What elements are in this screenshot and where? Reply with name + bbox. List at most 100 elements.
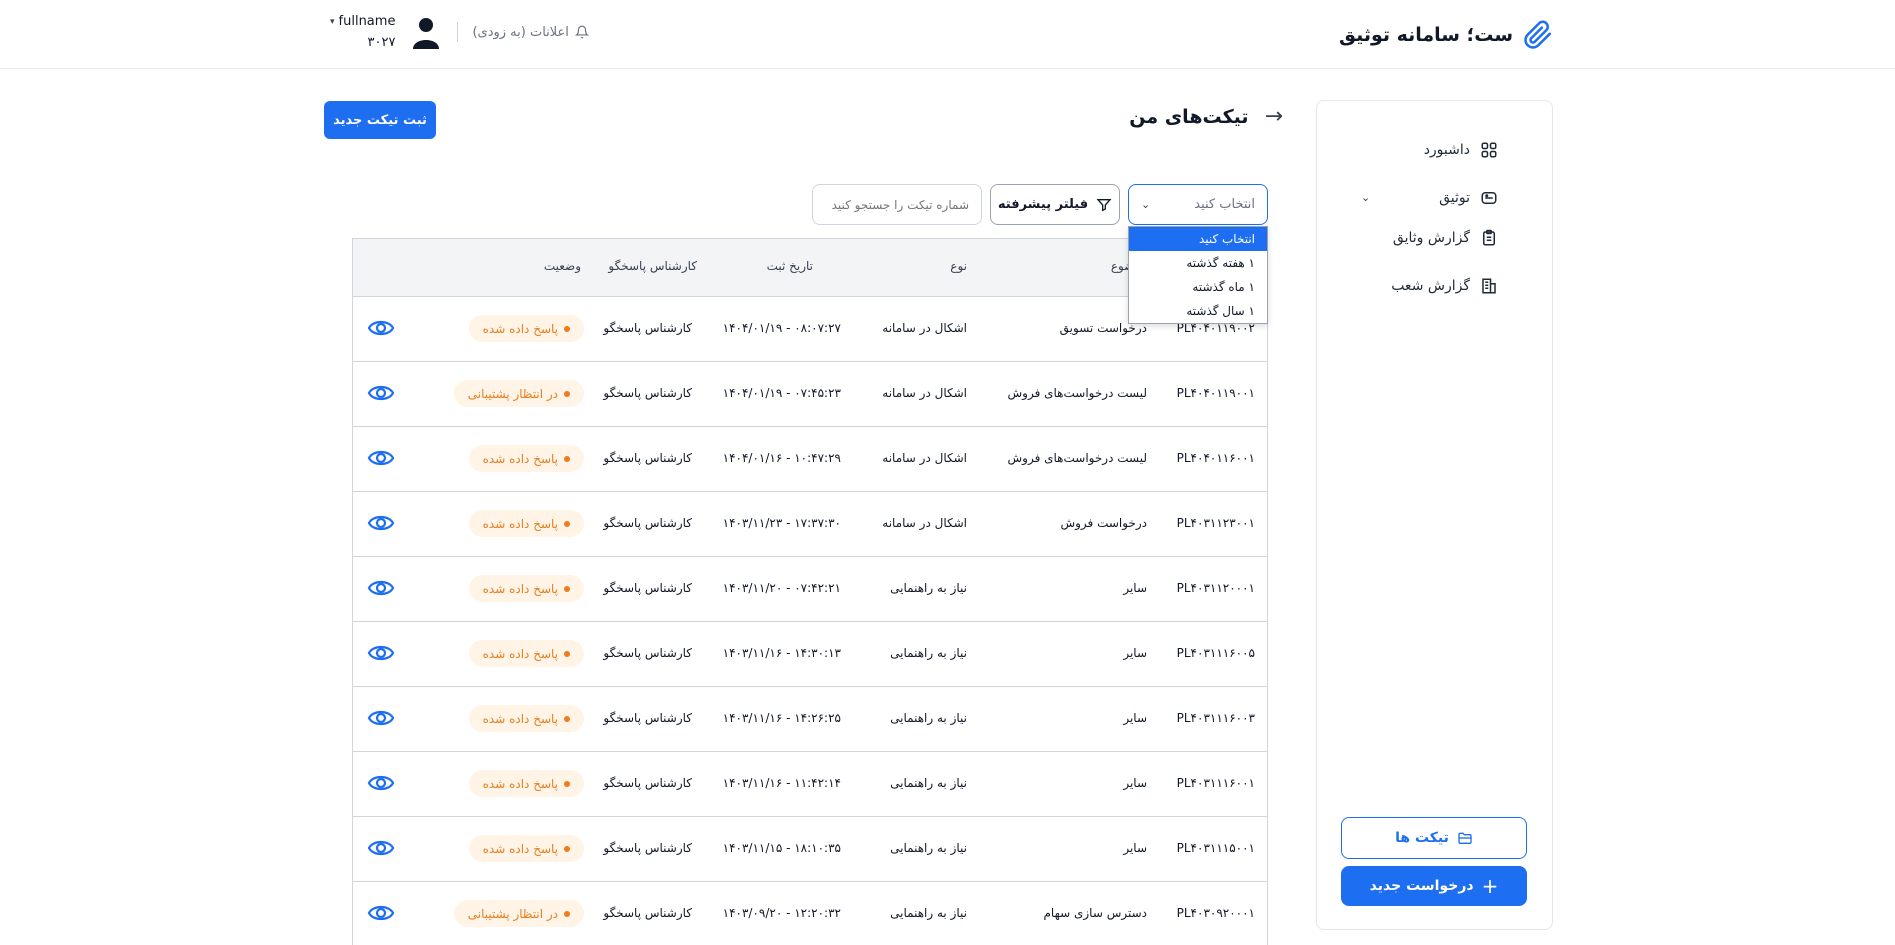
ticket-type: نیاز به راهنمایی xyxy=(890,906,967,920)
status-dot xyxy=(564,520,570,527)
advanced-filter-button[interactable]: فیلتر پیشرفته xyxy=(990,184,1120,225)
view-ticket-button[interactable] xyxy=(367,577,395,602)
view-ticket-button[interactable] xyxy=(367,772,395,797)
eye-icon xyxy=(367,580,395,596)
status-badge: پاسخ داده شده xyxy=(468,315,584,342)
dropdown-option[interactable]: انتخاب کنید xyxy=(1129,227,1267,251)
user-name: fullname xyxy=(338,14,396,29)
sidebar-item-label: گزارش شعب xyxy=(1391,278,1470,294)
dropdown-option[interactable]: ۱ ماه گذشته xyxy=(1129,275,1267,299)
user-id: ۳۰۲۷ xyxy=(367,35,396,50)
ticket-type: نیاز به راهنمایی xyxy=(890,711,967,725)
view-ticket-button[interactable] xyxy=(367,317,395,342)
table-row[interactable]: PL۴۰۳۱۱۱۵۰۰۱ سایر نیاز به راهنمایی ۱۴۰۳/… xyxy=(353,817,1267,882)
eye-icon xyxy=(367,710,395,726)
table-row[interactable]: PL۴۰۳۱۱۱۶۰۰۱ سایر نیاز به راهنمایی ۱۴۰۳/… xyxy=(353,752,1267,817)
eye-icon xyxy=(367,905,395,921)
tickets-button[interactable]: تیکت ها xyxy=(1341,817,1527,859)
ticket-expert: کارشناس پاسخگو xyxy=(603,386,692,400)
table-row[interactable]: PL۴۰۴۰۱۱۹۰۰۱ لیست درخواست‌های فروش اشکال… xyxy=(353,362,1267,427)
status-badge: پاسخ داده شده xyxy=(468,575,584,602)
chevron-down-icon[interactable]: ⌄ xyxy=(1361,191,1370,204)
bell-icon xyxy=(574,25,589,39)
sidebar-item-tosigh[interactable]: توثیق xyxy=(1439,189,1498,207)
chevron-down-icon: ▾ xyxy=(330,16,335,27)
user-menu[interactable]: ▾ fullname ۳۰۲۷ xyxy=(330,14,395,50)
sidebar-item-dashboard[interactable]: داشبورد xyxy=(1424,141,1498,159)
view-ticket-button[interactable] xyxy=(367,837,395,862)
ticket-id: PL۴۰۳۱۱۲۰۰۰۱ xyxy=(1176,581,1255,595)
ticket-expert: کارشناس پاسخگو xyxy=(603,581,692,595)
eye-icon xyxy=(367,645,395,661)
period-select-value: انتخاب کنید xyxy=(1194,197,1255,212)
ticket-date: ۱۴۰۳/۱۱/۱۶ - ۱۴:۳۰:۱۳ xyxy=(722,646,841,660)
status-dot xyxy=(564,780,570,787)
tickets-table: موضوع نوع تاریخ ثبت کارشناس پاسخگو وضعیت… xyxy=(352,238,1268,945)
new-request-button[interactable]: + درخواست جدید xyxy=(1341,866,1527,906)
ticket-expert: کارشناس پاسخگو xyxy=(603,451,692,465)
page-title: تیکت‌های من xyxy=(1129,105,1249,128)
ticket-expert: کارشناس پاسخگو xyxy=(603,516,692,530)
eye-icon xyxy=(367,385,395,401)
table-row[interactable]: PL۴۰۳۱۱۲۰۰۰۱ سایر نیاز به راهنمایی ۱۴۰۳/… xyxy=(353,557,1267,622)
dropdown-option[interactable]: ۱ هفته گذشته xyxy=(1129,251,1267,275)
ticket-expert: کارشناس پاسخگو xyxy=(603,711,692,725)
eye-icon xyxy=(367,515,395,531)
notifications[interactable]: اعلانات (به زودی) xyxy=(472,24,589,40)
ticket-date: ۱۴۰۴/۰۱/۱۹ - ۰۸:۰۷:۲۷ xyxy=(722,321,841,335)
ticket-type: اشکال در سامانه xyxy=(882,451,967,465)
avatar-user-icon[interactable] xyxy=(409,15,443,49)
view-ticket-button[interactable] xyxy=(367,642,395,667)
arrow-right-back-icon[interactable]: → xyxy=(1265,104,1283,129)
tickets-button-label: تیکت ها xyxy=(1395,830,1449,846)
ticket-type: نیاز به راهنمایی xyxy=(890,646,967,660)
ticket-expert: کارشناس پاسخگو xyxy=(603,646,692,660)
building-icon xyxy=(1482,278,1496,294)
plus-icon: + xyxy=(1481,874,1499,898)
view-ticket-button[interactable] xyxy=(367,707,395,732)
filter-funnel-icon xyxy=(1096,198,1112,211)
table-row[interactable]: PL۴۰۳۰۹۲۰۰۰۱ دسترس سازی سهام نیاز به راه… xyxy=(353,882,1267,945)
status-label: در انتظار پشتیبانی xyxy=(467,386,558,401)
status-dot xyxy=(564,325,570,332)
view-ticket-button[interactable] xyxy=(367,382,395,407)
table-row[interactable]: PL۴۰۳۱۱۱۶۰۰۳ سایر نیاز به راهنمایی ۱۴۰۳/… xyxy=(353,687,1267,752)
ticket-subject: سایر xyxy=(1123,581,1147,595)
ticket-subject: لیست درخواست‌های فروش xyxy=(1007,386,1148,400)
table-row[interactable]: PL۴۰۳۱۱۱۶۰۰۵ سایر نیاز به راهنمایی ۱۴۰۳/… xyxy=(353,622,1267,687)
status-badge: پاسخ داده شده xyxy=(468,445,584,472)
table-body: PL۴۰۴۰۱۱۹۰۰۲ درخواست تسویق اشکال در ساما… xyxy=(353,297,1267,945)
status-label: در انتظار پشتیبانی xyxy=(467,906,558,921)
brand-title: ست؛ سامانه توثیق xyxy=(1338,24,1513,46)
header-divider xyxy=(457,22,459,42)
header-expert: کارشناس پاسخگو xyxy=(608,259,697,273)
status-label: پاسخ داده شده xyxy=(482,516,558,531)
sidebar-item-collateral-report[interactable]: گزارش وثایق xyxy=(1393,229,1498,247)
table-row[interactable]: PL۴۰۴۰۱۱۶۰۰۱ لیست درخواست‌های فروش اشکال… xyxy=(353,427,1267,492)
ticket-date: ۱۴۰۳/۱۱/۲۳ - ۱۷:۳۷:۳۰ xyxy=(722,516,841,530)
ticket-subject: درخواست فروش xyxy=(1060,516,1147,530)
chevron-down-icon: ⌄ xyxy=(1141,198,1151,211)
status-dot xyxy=(564,650,570,657)
status-badge: در انتظار پشتیبانی xyxy=(453,380,584,407)
view-ticket-button[interactable] xyxy=(367,447,395,472)
view-ticket-button[interactable] xyxy=(367,512,395,537)
table-row[interactable]: PL۴۰۳۱۱۲۳۰۰۱ درخواست فروش اشکال در سامان… xyxy=(353,492,1267,557)
sidebar-item-label: توثیق xyxy=(1439,190,1470,206)
sidebar-item-branch-report[interactable]: گزارش شعب xyxy=(1391,277,1498,295)
eye-icon xyxy=(367,320,395,336)
new-request-label: درخواست جدید xyxy=(1369,878,1474,894)
view-ticket-button[interactable] xyxy=(367,902,395,927)
dropdown-option[interactable]: ۱ سال گذشته xyxy=(1129,299,1267,323)
status-badge: پاسخ داده شده xyxy=(468,770,584,797)
ticket-search-input[interactable] xyxy=(812,184,982,225)
ticket-date: ۱۴۰۳/۱۱/۲۰ - ۰۷:۴۲:۲۱ xyxy=(722,581,841,595)
period-select[interactable]: انتخاب کنید ⌄ xyxy=(1128,184,1268,225)
ticket-id: PL۴۰۳۱۱۱۶۰۰۱ xyxy=(1176,776,1255,790)
new-ticket-button[interactable]: ثبت تیکت جدید xyxy=(324,101,436,139)
ticket-date: ۱۴۰۳/۱۱/۱۶ - ۱۱:۴۲:۱۴ xyxy=(722,776,841,790)
notifications-label: اعلانات (به زودی) xyxy=(472,24,569,40)
brand[interactable]: ست؛ سامانه توثیق xyxy=(1339,20,1553,50)
ticket-expert: کارشناس پاسخگو xyxy=(603,841,692,855)
ticket-type: اشکال در سامانه xyxy=(882,386,967,400)
